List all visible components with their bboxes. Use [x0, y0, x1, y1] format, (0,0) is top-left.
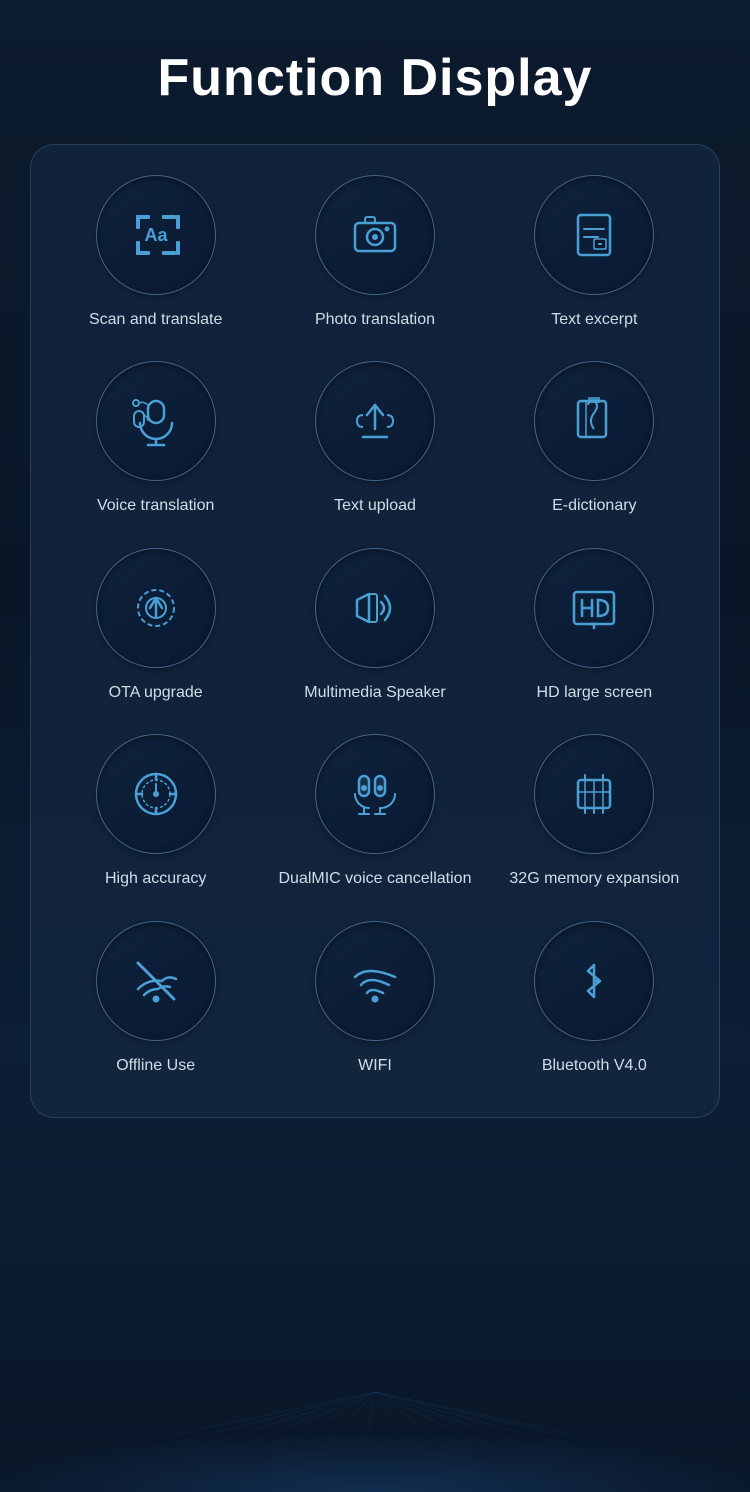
feature-item-ota-upgrade: OTA upgrade	[51, 548, 260, 704]
feature-label-wifi: WIFI	[358, 1055, 392, 1077]
svg-text:Aa: Aa	[144, 225, 168, 245]
icon-circle-offline	[96, 921, 216, 1041]
feature-label-scan-translate: Scan and translate	[89, 309, 222, 331]
feature-label-memory: 32G memory expansion	[509, 868, 679, 890]
feature-item-text-excerpt: Text excerpt	[490, 175, 699, 331]
icon-circle-scan-translate: Aa	[96, 175, 216, 295]
feature-label-text-excerpt: Text excerpt	[551, 309, 637, 331]
feature-label-dual-mic: DualMIC voice cancellation	[279, 868, 472, 890]
icon-circle-multimedia-speaker	[315, 548, 435, 668]
feature-item-wifi: WIFI	[270, 921, 479, 1077]
feature-item-high-accuracy: High accuracy	[51, 734, 260, 890]
feature-label-voice-translation: Voice translation	[97, 495, 214, 517]
feature-item-bluetooth: Bluetooth V4.0	[490, 921, 699, 1077]
icon-circle-ota-upgrade	[96, 548, 216, 668]
icon-circle-text-upload	[315, 361, 435, 481]
feature-grid: Aa Scan and translate Photo translation …	[51, 175, 699, 1077]
feature-item-memory: 32G memory expansion	[490, 734, 699, 890]
icon-circle-bluetooth	[534, 921, 654, 1041]
icon-circle-hd-screen	[534, 548, 654, 668]
feature-label-bluetooth: Bluetooth V4.0	[542, 1055, 647, 1077]
feature-label-photo-translation: Photo translation	[315, 309, 435, 331]
feature-item-voice-translation: Voice translation	[51, 361, 260, 517]
icon-circle-memory	[534, 734, 654, 854]
feature-item-photo-translation: Photo translation	[270, 175, 479, 331]
feature-item-text-upload: Text upload	[270, 361, 479, 517]
feature-label-ota-upgrade: OTA upgrade	[109, 682, 203, 704]
page-title: Function Display	[0, 0, 750, 144]
icon-circle-dual-mic	[315, 734, 435, 854]
feature-item-offline: Offline Use	[51, 921, 260, 1077]
feature-item-multimedia-speaker: Multimedia Speaker	[270, 548, 479, 704]
feature-item-e-dictionary: E-dictionary	[490, 361, 699, 517]
feature-label-multimedia-speaker: Multimedia Speaker	[304, 682, 445, 704]
feature-label-offline: Offline Use	[116, 1055, 195, 1077]
icon-circle-wifi	[315, 921, 435, 1041]
feature-label-high-accuracy: High accuracy	[105, 868, 206, 890]
feature-item-hd-screen: HD large screen	[490, 548, 699, 704]
icon-circle-text-excerpt	[534, 175, 654, 295]
icon-circle-voice-translation	[96, 361, 216, 481]
feature-item-dual-mic: DualMIC voice cancellation	[270, 734, 479, 890]
feature-label-e-dictionary: E-dictionary	[552, 495, 636, 517]
icon-circle-e-dictionary	[534, 361, 654, 481]
floor-lines	[0, 1392, 750, 1472]
feature-label-text-upload: Text upload	[334, 495, 416, 517]
icon-circle-high-accuracy	[96, 734, 216, 854]
feature-card: Aa Scan and translate Photo translation …	[30, 144, 720, 1118]
feature-item-scan-translate: Aa Scan and translate	[51, 175, 260, 331]
icon-circle-photo-translation	[315, 175, 435, 295]
feature-label-hd-screen: HD large screen	[537, 682, 653, 704]
